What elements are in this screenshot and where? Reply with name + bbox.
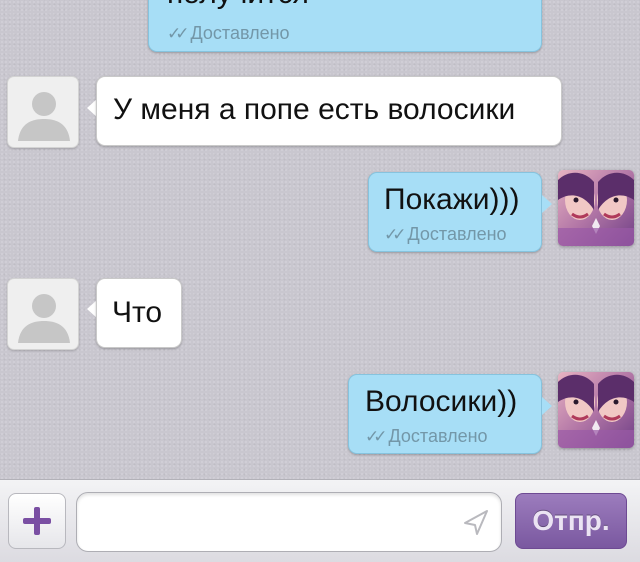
attach-button[interactable] <box>8 493 66 549</box>
contact-avatar[interactable] <box>7 76 79 148</box>
delivery-status: ✓✓ Доставлено <box>167 23 290 44</box>
default-user-icon <box>18 294 70 343</box>
user-avatar[interactable] <box>558 170 634 246</box>
delivery-status-label: Доставлено <box>388 426 488 446</box>
double-check-icon: ✓✓ <box>384 225 406 244</box>
message-input-bar: Отпр. <box>0 479 640 562</box>
default-user-icon <box>18 92 70 141</box>
message-bubble-outgoing[interactable]: Волосики)) ✓✓ Доставлено <box>348 374 542 454</box>
bubble-tail <box>542 397 552 415</box>
plus-icon <box>23 507 51 535</box>
send-arrow-icon[interactable] <box>461 507 491 537</box>
message-input[interactable] <box>89 503 453 543</box>
user-photo-icon <box>558 372 634 448</box>
message-bubble-incoming[interactable]: У меня а попе есть волосики <box>96 76 562 146</box>
double-check-icon: ✓✓ <box>167 24 189 43</box>
send-button[interactable]: Отпр. <box>515 493 627 549</box>
message-text: У меня а попе есть волосики <box>113 93 516 126</box>
user-photo-icon <box>558 170 634 246</box>
message-bubble-outgoing[interactable]: Покажи))) ✓✓ Доставлено <box>368 172 542 252</box>
delivery-status-label: Доставлено <box>190 23 290 43</box>
bubble-tail <box>542 195 552 213</box>
delivery-status: ✓✓ Доставлено <box>365 426 488 447</box>
message-text: Что <box>112 296 163 329</box>
double-check-icon: ✓✓ <box>365 427 387 446</box>
user-avatar[interactable] <box>558 372 634 448</box>
message-bubble-outgoing[interactable]: получится ✓✓Доставлено <box>148 0 542 52</box>
delivery-status-label: Доставлено <box>407 224 507 244</box>
message-text: получится <box>167 0 309 11</box>
message-text: Волосики)) <box>365 385 518 418</box>
contact-avatar[interactable] <box>7 278 79 350</box>
message-bubble-incoming[interactable]: Что <box>96 278 182 348</box>
message-text: Покажи))) <box>384 183 520 216</box>
delivery-status: ✓✓ Доставлено <box>384 224 507 245</box>
message-input-field[interactable] <box>76 492 502 552</box>
